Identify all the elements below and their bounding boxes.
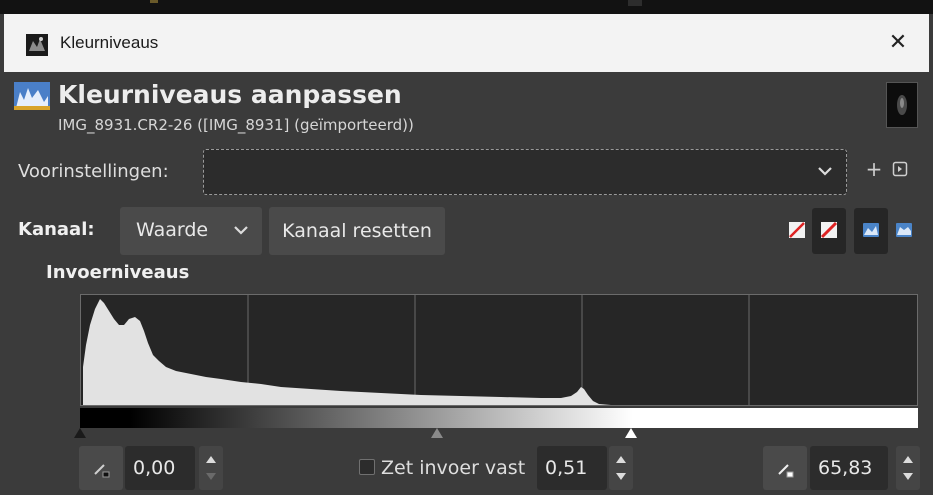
high-input-field[interactable]: 65,83	[810, 446, 888, 490]
clamp-input-checkbox[interactable]	[359, 459, 375, 475]
high-input-spinner[interactable]	[896, 446, 920, 490]
reset-channel-button[interactable]: Kanaal resetten	[269, 207, 445, 255]
histogram[interactable]	[80, 294, 918, 406]
input-sliders[interactable]	[74, 428, 918, 442]
presets-combo[interactable]	[203, 149, 847, 195]
histogram-curve	[83, 299, 611, 405]
channel-label: Kanaal:	[18, 219, 95, 240]
gamma-spinner[interactable]	[609, 446, 633, 490]
white-point-picker-button[interactable]	[763, 446, 807, 490]
image-name: IMG_8931.CR2-26 ([IMG_8931] (geïmporteer…	[58, 116, 414, 134]
input-levels-heading: Invoerniveaus	[46, 262, 190, 283]
levels-icon	[14, 82, 50, 110]
decrement-icon[interactable]	[616, 473, 626, 480]
dialog-title: Kleurniveaus aanpassen	[58, 80, 402, 109]
close-icon[interactable]: ✕	[883, 28, 913, 58]
background-artifact	[150, 0, 158, 3]
input-gradient-bar	[80, 408, 918, 428]
logarithmic-histogram-icon	[820, 221, 838, 239]
decrement-icon[interactable]	[206, 473, 216, 480]
low-input-spinner[interactable]	[199, 446, 223, 490]
gamma-slider[interactable]	[430, 428, 443, 438]
increment-icon[interactable]	[206, 456, 216, 463]
high-input-slider[interactable]	[625, 428, 638, 438]
channel-combo[interactable]: Waarde	[120, 207, 262, 255]
presets-label: Voorinstellingen:	[18, 161, 169, 182]
clamp-input-label: Zet invoer vast	[381, 457, 526, 479]
dialog-content: Kleurniveaus aanpassen IMG_8931.CR2-26 (…	[4, 72, 929, 495]
low-input-field[interactable]: 0,00	[125, 446, 195, 490]
tool-toggle-active[interactable]	[812, 208, 846, 254]
decrement-icon[interactable]	[903, 473, 913, 480]
gamma-field[interactable]: 0,51	[537, 446, 607, 490]
eyedropper-icon	[775, 458, 795, 482]
eyedropper-icon	[91, 458, 111, 482]
black-point-picker-button[interactable]	[79, 446, 123, 490]
window-titlebar[interactable]: Kleurniveaus ✕	[4, 14, 929, 72]
channel-value: Waarde	[136, 219, 209, 241]
background-artifact	[628, 0, 642, 6]
background-strip	[0, 0, 933, 14]
log-view-icon[interactable]	[895, 221, 913, 239]
increment-icon[interactable]	[903, 456, 913, 463]
view-toggle-active[interactable]	[854, 208, 888, 254]
chevron-down-icon	[816, 162, 834, 180]
low-input-slider[interactable]	[74, 428, 86, 438]
increment-icon[interactable]	[616, 456, 626, 463]
linear-histogram-icon[interactable]	[788, 221, 806, 239]
preset-menu-icon[interactable]	[892, 161, 908, 177]
linear-view-icon	[862, 221, 880, 239]
image-thumbnail	[886, 82, 918, 128]
gimp-icon	[25, 33, 49, 57]
chevron-down-icon	[232, 221, 250, 239]
window-title: Kleurniveaus	[60, 33, 159, 52]
add-preset-button[interactable]: +	[862, 157, 886, 181]
